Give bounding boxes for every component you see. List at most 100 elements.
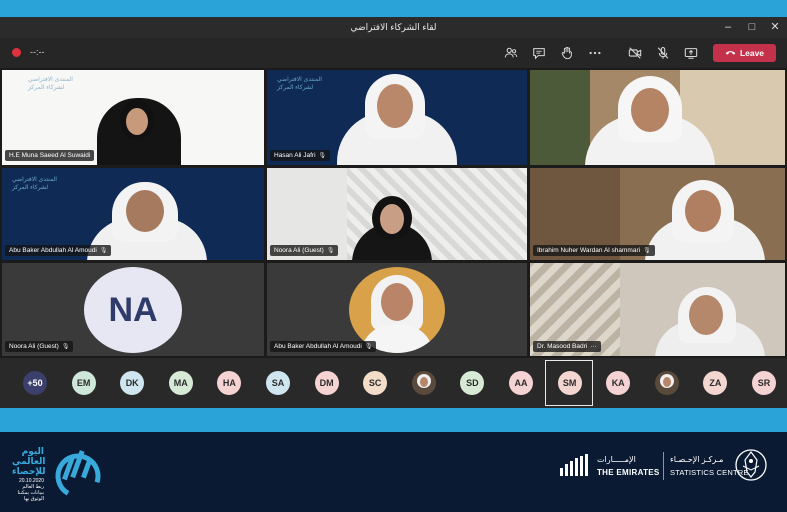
avatar-initials: HA — [222, 378, 236, 388]
backdrop-text: لشركاء المركز — [28, 85, 65, 91]
video-tile[interactable]: NA Noora Ali (Guest) 🎙 — [2, 263, 264, 356]
backdrop-logo: المنتدى الافتراضي لشركاء المركز — [28, 76, 73, 92]
participant-name-label: Noora Ali (Guest) 🎙 — [270, 245, 339, 256]
avatar-initials: DK — [125, 378, 139, 388]
microphone-off-icon: 🎙 — [643, 248, 651, 254]
background-plant — [530, 70, 590, 165]
meeting-toolbar: --:-- Leave — [0, 38, 787, 68]
participant-avatar[interactable]: DK — [120, 371, 145, 395]
participants-icon[interactable] — [503, 46, 519, 60]
leave-button[interactable]: Leave — [713, 44, 776, 62]
avatar-initials: MA — [173, 378, 188, 388]
participant-avatar[interactable]: SC — [363, 371, 388, 395]
day-title-line: العالمي — [12, 456, 46, 466]
backdrop-text: لشركاء المركز — [12, 185, 49, 191]
the-emirates-logo-icon — [558, 452, 594, 478]
video-grid: المنتدى الافتراضي لشركاء المركز H.E Muna… — [0, 68, 787, 358]
avatar-initials: SA — [271, 378, 285, 388]
chat-icon[interactable] — [531, 46, 547, 60]
participant-avatar[interactable]: HA — [217, 371, 242, 395]
avatar-initials: SR — [757, 378, 771, 388]
backdrop-text: المنتدى الافتراضي — [277, 77, 322, 83]
participant-avatar[interactable]: SD — [460, 371, 485, 395]
video-tile[interactable]: المنتدى الافتراضي لشركاء المركز Abu Bake… — [2, 168, 264, 260]
microphone-off-icon: 🎙 — [99, 248, 108, 254]
participant-face — [380, 204, 404, 234]
world-statistics-day-subtitle: 20.10.2020 ربط العالم ببيانات يمكننا الو… — [8, 478, 44, 502]
participant-avatar[interactable]: +50 — [23, 371, 47, 395]
day-subtitle-line: الوثوق بها — [24, 496, 44, 502]
abu-dhabi-emblem-icon — [734, 446, 768, 484]
backdrop-logo: المنتدى الافتراضي لشركاء المركز — [12, 176, 57, 192]
avatar-initials: NA — [108, 290, 158, 329]
video-tile[interactable]: Ibrahim Nuher Wardan Al shammari 🎙 — [530, 168, 785, 260]
participant-name: Hasan Ali Jafri — [274, 152, 316, 159]
backdrop-text: المنتدى الافتراضي — [28, 77, 73, 83]
participant-avatar[interactable]: SM — [557, 371, 582, 395]
participant-avatar[interactable]: AA — [509, 371, 533, 395]
participant-face — [662, 377, 671, 387]
microphone-off-icon: 🎙 — [364, 344, 373, 350]
participant-name-label: H.E Muna Saeed Al Suwaidi — [5, 150, 95, 161]
hang-up-icon — [725, 48, 736, 58]
participant-name: Noora Ali (Guest) — [274, 247, 324, 254]
teams-meeting-screen: لقاء الشركاء الافتراضي – □ ✕ --:-- Leave… — [0, 0, 787, 512]
participant-avatar[interactable]: SR — [752, 371, 776, 395]
video-tile[interactable]: Noora Ali (Guest) 🎙 — [267, 168, 527, 260]
avatar-initials: EM — [76, 378, 91, 388]
avatar-initials: SD — [466, 378, 479, 388]
participant-avatar[interactable]: MA — [168, 371, 193, 395]
leave-label: Leave — [739, 48, 765, 58]
participant-photo-avatar[interactable] — [654, 371, 679, 395]
video-tile[interactable]: Abu Baker Abdullah Al Amoudi 🎙 — [267, 263, 527, 356]
avatar-initials: SC — [368, 378, 382, 388]
avatar-initials: KA — [611, 378, 625, 388]
microphone-off-icon[interactable] — [655, 46, 671, 60]
participant-face — [419, 377, 428, 387]
recording-icon — [12, 48, 21, 57]
the-emirates-arabic: الإمـــــارات — [597, 455, 636, 464]
footer-divider — [663, 452, 664, 480]
participant-face — [126, 108, 148, 135]
maximize-button[interactable]: □ — [744, 20, 760, 34]
avatar-initials: ZA — [709, 378, 722, 388]
backdrop-text: لشركاء المركز — [277, 85, 314, 91]
raise-hand-icon[interactable] — [559, 46, 575, 60]
camera-off-icon[interactable] — [627, 46, 643, 60]
backdrop-logo: المنتدى الافتراضي لشركاء المركز — [277, 76, 322, 92]
participant-name: Noora Ali (Guest) — [9, 343, 59, 350]
participant-face — [685, 190, 721, 232]
participant-avatar[interactable]: DM — [314, 371, 339, 395]
branding-footer: اليوم العالمي للإحصاء 20.10.2020 ربط الع… — [0, 432, 787, 512]
more-actions-icon[interactable] — [587, 46, 603, 60]
share-screen-icon[interactable] — [683, 46, 699, 60]
participant-avatar[interactable]: EM — [71, 371, 96, 395]
microphone-off-icon: 🎙 — [326, 248, 335, 254]
participant-name-label: Hasan Ali Jafri 🎙 — [270, 150, 331, 161]
participant-photo-avatar[interactable] — [411, 371, 436, 395]
avatar-initials: AA — [514, 378, 528, 388]
video-tile[interactable] — [530, 70, 785, 165]
participant-face — [381, 283, 413, 321]
participant-avatar[interactable]: KA — [606, 371, 631, 395]
video-tile[interactable]: المنتدى الافتراضي لشركاء المركز H.E Muna… — [2, 70, 264, 165]
participant-name-label: Noora Ali (Guest) 🎙 — [5, 341, 74, 352]
participant-name-label: Ibrahim Nuher Wardan Al shammari 🎙 — [533, 245, 655, 256]
participant-avatar[interactable]: SA — [266, 371, 290, 395]
participant-face — [126, 190, 164, 232]
participant-avatar[interactable]: ZA — [703, 371, 728, 395]
close-button[interactable]: ✕ — [767, 20, 783, 34]
participant-name-label: Abu Baker Abdullah Al Amoudi 🎙 — [5, 245, 112, 256]
more-options-icon[interactable]: ··· — [590, 343, 597, 350]
world-statistics-day-title: اليوم العالمي للإحصاء — [12, 446, 46, 476]
avatar-initials: +50 — [27, 378, 43, 388]
video-tile[interactable]: Dr. Masood Badri ··· — [530, 263, 785, 356]
top-accent-strip — [0, 0, 787, 17]
window-title-bar: لقاء الشركاء الافتراضي – □ ✕ — [0, 17, 787, 38]
world-statistics-day-logo-icon — [46, 442, 102, 500]
participant-name: Abu Baker Abdullah Al Amoudi — [274, 343, 362, 350]
microphone-off-icon: 🎙 — [61, 344, 70, 350]
minimize-button[interactable]: – — [720, 20, 736, 34]
video-tile[interactable]: المنتدى الافتراضي لشركاء المركز Hasan Al… — [267, 70, 527, 165]
participant-face — [689, 295, 723, 335]
